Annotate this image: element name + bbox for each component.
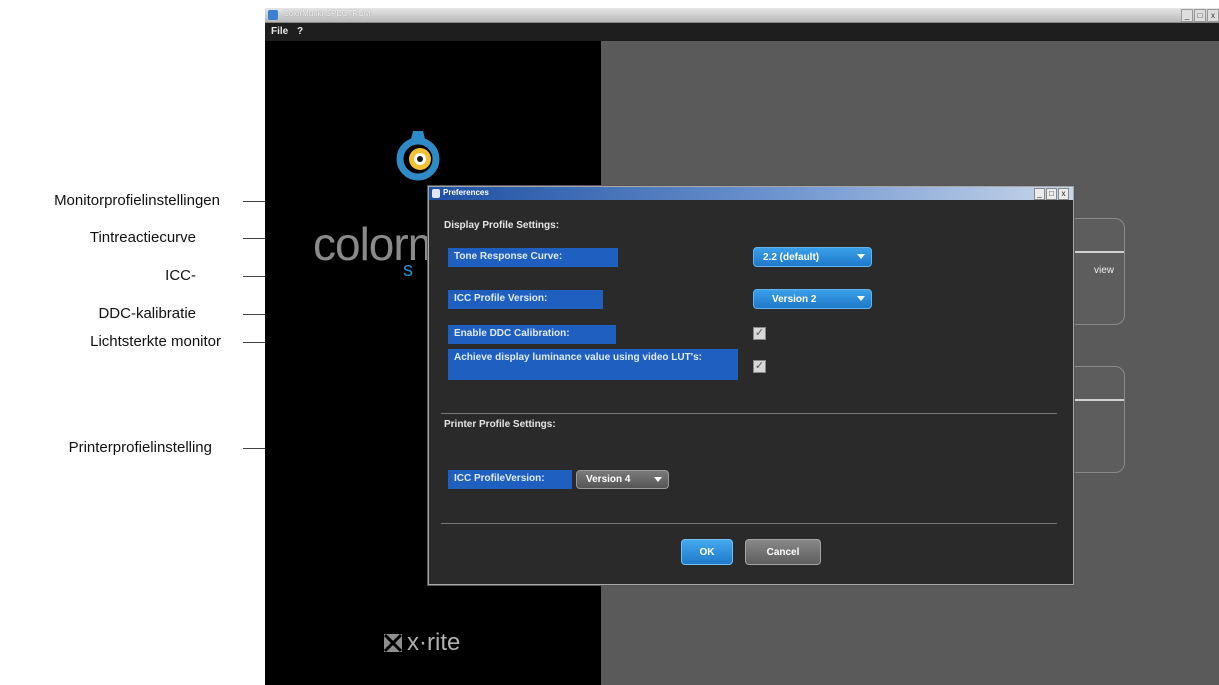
icc-profile-version-label: ICC Profile Version: bbox=[448, 290, 603, 309]
callout-monitor-profile-settings: Monitorprofielinstellingen bbox=[54, 192, 220, 209]
dialog-titlebar: Preferences _ □ x bbox=[429, 187, 1073, 200]
tone-response-curve-label: Tone Response Curve: bbox=[448, 248, 618, 267]
chevron-down-icon bbox=[857, 254, 865, 259]
callout-tone-curve: Tintreactiecurve bbox=[89, 229, 196, 246]
xrite-mark-icon bbox=[383, 633, 403, 653]
xrite-text: x·rite bbox=[407, 629, 461, 656]
preferences-dialog: Preferences _ □ x Display Profile Settin… bbox=[428, 186, 1074, 585]
menu-help[interactable]: ? bbox=[297, 26, 303, 37]
tone-response-curve-dropdown[interactable]: 2.2 (default) bbox=[753, 247, 872, 267]
dialog-icon bbox=[432, 189, 440, 198]
section-divider bbox=[441, 523, 1057, 524]
enable-ddc-calibration-label: Enable DDC Calibration: bbox=[448, 325, 616, 344]
cancel-button[interactable]: Cancel bbox=[745, 539, 821, 565]
tone-response-curve-value: 2.2 (default) bbox=[763, 251, 820, 263]
minimize-button[interactable]: _ bbox=[1181, 9, 1193, 22]
printer-icc-profile-version-dropdown[interactable]: Version 4 bbox=[576, 470, 669, 489]
app-icon bbox=[268, 10, 278, 20]
colormunki-logo-icon bbox=[396, 131, 440, 181]
callout-ddc: DDC-kalibratie bbox=[98, 305, 196, 322]
luminance-lut-checkbox[interactable]: ✓ bbox=[753, 360, 766, 373]
window-controls: _ □ x bbox=[1181, 9, 1219, 22]
app-titlebar: ColorMunki SPECTRUM _ □ x bbox=[265, 8, 1219, 23]
dialog-window-controls: _ □ x bbox=[1034, 188, 1069, 200]
section-divider bbox=[441, 413, 1057, 414]
chevron-down-icon bbox=[654, 477, 662, 482]
card-text: view bbox=[1094, 265, 1115, 276]
logo-subtext: s bbox=[403, 259, 413, 281]
ok-button[interactable]: OK bbox=[681, 539, 733, 565]
logo-text: colorm bbox=[313, 218, 446, 270]
callout-printer-profile: Printerprofielinstelling bbox=[68, 439, 212, 456]
chevron-down-icon bbox=[857, 296, 865, 301]
menubar: File ? bbox=[265, 23, 1219, 41]
display-profile-settings-heading: Display Profile Settings: bbox=[444, 220, 560, 231]
enable-ddc-calibration-checkbox[interactable]: ✓ bbox=[753, 327, 766, 340]
printer-icc-profile-version-value: Version 4 bbox=[586, 474, 631, 485]
app-title: ColorMunki SPECTRUM bbox=[283, 9, 371, 18]
maximize-button[interactable]: □ bbox=[1194, 9, 1206, 22]
callout-icc: ICC- bbox=[165, 267, 196, 284]
icc-profile-version-value: Version 2 bbox=[772, 293, 817, 305]
xrite-logo: x·rite bbox=[383, 629, 460, 657]
icc-profile-version-dropdown[interactable]: Version 2 bbox=[753, 289, 872, 309]
menu-file[interactable]: File bbox=[271, 26, 288, 37]
printer-profile-settings-heading: Printer Profile Settings: bbox=[444, 419, 556, 430]
printer-icc-profile-version-label: ICC ProfileVersion: bbox=[448, 470, 572, 489]
luminance-lut-label: Achieve display luminance value using vi… bbox=[448, 349, 738, 380]
callout-luminance: Lichtsterkte monitor bbox=[90, 333, 221, 350]
close-button[interactable]: x bbox=[1207, 9, 1219, 22]
dialog-close-button[interactable]: x bbox=[1058, 188, 1069, 200]
dialog-maximize-button[interactable]: □ bbox=[1046, 188, 1057, 200]
dialog-minimize-button[interactable]: _ bbox=[1034, 188, 1045, 200]
dialog-title: Preferences bbox=[443, 188, 489, 197]
